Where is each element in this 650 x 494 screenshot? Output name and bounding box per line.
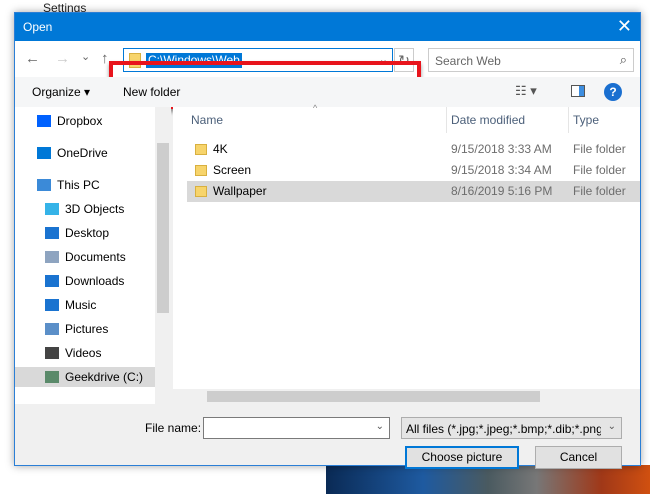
- file-list: Name Date modified Type ^ 4K 9/15/2018 3:…: [173, 103, 640, 404]
- sidebar-item-label: Music: [65, 298, 97, 312]
- chevron-down-icon[interactable]: ⌄: [608, 421, 616, 432]
- sidebar-item-label: Dropbox: [57, 114, 103, 128]
- file-type: File folder: [573, 142, 626, 156]
- close-icon[interactable]: ✕: [617, 16, 632, 37]
- background-wallpaper-thumbnails: [326, 465, 650, 494]
- title-bar: Open ✕: [15, 13, 640, 41]
- file-type: File folder: [573, 163, 626, 177]
- documents-icon: [45, 251, 59, 263]
- sort-ascending-icon: ^: [313, 103, 318, 113]
- onedrive-icon: [37, 147, 51, 159]
- pictures-icon: [45, 323, 59, 335]
- sidebar-item[interactable]: Documents: [45, 247, 163, 267]
- sidebar-item[interactable]: Dropbox: [37, 111, 155, 131]
- sidebar-item-label: Documents: [65, 250, 126, 264]
- file-name-input[interactable]: ⌄: [203, 417, 390, 439]
- horizontal-scroll-thumb[interactable]: [207, 391, 540, 402]
- cube-icon: [45, 203, 59, 215]
- search-input[interactable]: Search Web ⌕: [428, 48, 634, 72]
- file-date: 9/15/2018 3:33 AM: [451, 142, 552, 156]
- search-placeholder: Search Web: [435, 54, 501, 68]
- folder-icon: [195, 165, 207, 176]
- downloads-icon: [45, 275, 59, 287]
- sidebar-item-label: Geekdrive (C:): [65, 370, 144, 384]
- dropbox-icon: [37, 115, 51, 127]
- header-label: Name: [191, 113, 224, 127]
- sidebar-scroll-thumb[interactable]: [157, 143, 169, 313]
- sidebar-item-label: Videos: [65, 346, 102, 360]
- view-options-button[interactable]: ☷ ▾: [515, 83, 537, 99]
- file-type-select[interactable]: All files (*.jpg;*.jpeg;*.bmp;*.dib;*.pn…: [401, 417, 622, 439]
- sidebar-item-label: 3D Objects: [65, 202, 125, 216]
- sidebar-item[interactable]: Downloads: [45, 271, 163, 291]
- file-date: 9/15/2018 3:34 AM: [451, 163, 552, 177]
- organize-button[interactable]: Organize ▾: [32, 85, 90, 99]
- folder-icon: [195, 144, 207, 155]
- navigation-bar: ← → ⌄ ↑ C:\Windows\Web ⌄ ↻ Search Web ⌕: [15, 41, 640, 109]
- column-header-type[interactable]: Type: [569, 107, 640, 133]
- dialog-title: Open: [23, 20, 53, 34]
- new-folder-button[interactable]: New folder: [123, 85, 180, 99]
- file-name-label: File name:: [145, 421, 202, 435]
- file-date: 8/16/2019 5:16 PM: [451, 184, 553, 198]
- open-dialog: Open ✕ ← → ⌄ ↑ C:\Windows\Web ⌄ ↻ Search…: [14, 12, 641, 469]
- sidebar-item[interactable]: Desktop: [45, 223, 163, 243]
- file-row[interactable]: Wallpaper 8/16/2019 5:16 PM File folder: [187, 181, 640, 202]
- back-icon[interactable]: ←: [25, 50, 40, 67]
- choose-picture-button[interactable]: Choose picture: [405, 446, 519, 469]
- file-row[interactable]: 4K 9/15/2018 3:33 AM File folder: [187, 139, 640, 160]
- chevron-down-icon[interactable]: ⌄: [376, 421, 384, 432]
- toolbar: Organize ▾ New folder ☷ ▾ ?: [15, 77, 640, 107]
- preview-pane-icon[interactable]: [571, 85, 585, 97]
- help-icon[interactable]: ?: [604, 83, 622, 101]
- sidebar-item-label: Downloads: [65, 274, 125, 288]
- forward-icon[interactable]: →: [55, 50, 70, 67]
- sidebar-item[interactable]: Geekdrive (C:): [15, 367, 155, 387]
- column-header-date[interactable]: Date modified: [447, 107, 569, 133]
- desktop-icon: [45, 227, 59, 239]
- file-name: 4K: [213, 142, 228, 156]
- music-icon: [45, 299, 59, 311]
- navigation-pane: Dropbox OneDrive This PC 3D Objects Desktop D…: [15, 107, 171, 404]
- cancel-button[interactable]: Cancel: [535, 446, 622, 469]
- videos-icon: [45, 347, 59, 359]
- sidebar-item[interactable]: Videos: [45, 343, 163, 363]
- file-name: Screen: [213, 163, 252, 177]
- sidebar-item[interactable]: This PC: [37, 175, 155, 195]
- up-icon[interactable]: ↑: [101, 50, 109, 67]
- file-type: File folder: [573, 184, 626, 198]
- sidebar-item-label: OneDrive: [57, 146, 108, 160]
- sidebar-item[interactable]: 3D Objects: [45, 199, 163, 219]
- pc-icon: [37, 179, 51, 191]
- sidebar-item-label: This PC: [57, 178, 100, 192]
- folder-icon: [195, 186, 207, 197]
- header-label: Type: [573, 113, 600, 127]
- file-name: Wallpaper: [213, 184, 267, 198]
- sidebar-item[interactable]: Pictures: [45, 319, 163, 339]
- sidebar-item-label: Pictures: [65, 322, 109, 336]
- sidebar-item-label: Desktop: [65, 226, 110, 240]
- file-type-value: All files (*.jpg;*.jpeg;*.bmp;*.dib;*.pn…: [406, 422, 601, 436]
- sidebar-item[interactable]: OneDrive: [37, 143, 155, 163]
- recent-locations-icon[interactable]: ⌄: [81, 50, 90, 63]
- search-icon[interactable]: ⌕: [620, 52, 627, 68]
- header-label: Date modified: [451, 113, 526, 127]
- drive-icon: [45, 371, 59, 383]
- file-row[interactable]: Screen 9/15/2018 3:34 AM File folder: [187, 160, 640, 181]
- sidebar-item[interactable]: Music: [45, 295, 163, 315]
